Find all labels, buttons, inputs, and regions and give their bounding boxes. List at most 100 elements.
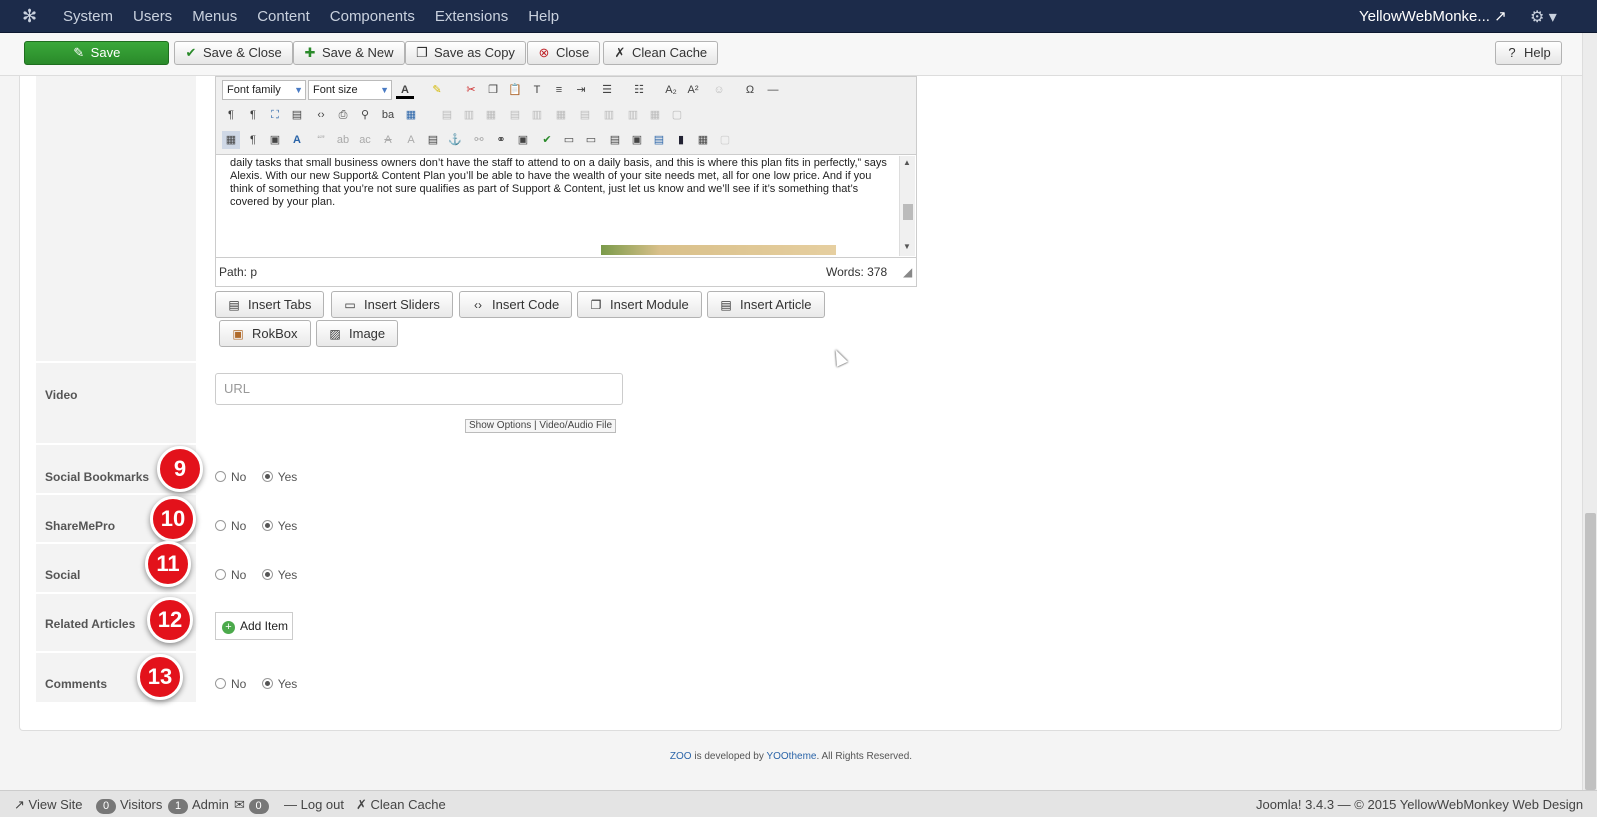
- insert-sliders-button[interactable]: ▭ Insert Sliders: [331, 291, 453, 318]
- editor-path[interactable]: Path: p: [219, 258, 257, 287]
- editor-body-text[interactable]: daily tasks that small business owners d…: [230, 157, 890, 209]
- video-url-input[interactable]: URL: [215, 373, 623, 405]
- table-merge-icon[interactable]: ▦: [482, 106, 500, 124]
- menu-menus[interactable]: Menus: [192, 0, 237, 33]
- font-family-select[interactable]: Font family ▼: [222, 80, 306, 100]
- logout-link[interactable]: — Log out: [284, 791, 344, 817]
- disabled-icon[interactable]: ▢: [716, 131, 734, 149]
- social-no[interactable]: No: [215, 568, 246, 582]
- delete-col-icon[interactable]: ▥: [600, 106, 618, 124]
- indent-icon[interactable]: ⇥: [572, 81, 590, 99]
- spellcheck-icon[interactable]: ✔: [538, 131, 556, 149]
- insert-row-icon[interactable]: ▤: [576, 106, 594, 124]
- layer-icon[interactable]: ▭: [582, 131, 600, 149]
- highlight-icon[interactable]: ✎: [428, 81, 446, 99]
- status-clean-cache[interactable]: ✗ Clean Cache: [356, 791, 446, 817]
- align-center-icon[interactable]: ≡: [550, 81, 568, 99]
- save-copy-button[interactable]: ❐ Save as Copy: [405, 41, 526, 65]
- anchor-icon[interactable]: ⚓: [446, 131, 464, 149]
- unlink-icon[interactable]: ⚯: [470, 131, 488, 149]
- video-options-toggle[interactable]: Show Options | Video/Audio File: [465, 419, 617, 433]
- abbr-icon[interactable]: ab: [334, 131, 352, 149]
- table-delete-icon[interactable]: ▥: [528, 106, 546, 124]
- comments-no[interactable]: No: [215, 677, 246, 691]
- comments-yes[interactable]: Yes: [261, 677, 297, 691]
- menu-help[interactable]: Help: [528, 0, 559, 33]
- social-bookmarks-no[interactable]: No: [215, 470, 246, 484]
- page-scroll-thumb[interactable]: [1585, 513, 1596, 790]
- subscript-icon[interactable]: A₂: [662, 81, 680, 99]
- yootheme-link[interactable]: YOOtheme: [766, 751, 816, 762]
- copy-icon[interactable]: ❐: [484, 81, 502, 99]
- ins-icon[interactable]: A: [402, 131, 420, 149]
- horizontal-rule-icon[interactable]: —: [764, 81, 782, 99]
- table-split-icon[interactable]: ▤: [506, 106, 524, 124]
- gallery-icon[interactable]: ▦: [694, 131, 712, 149]
- code-icon[interactable]: ‹›: [312, 106, 330, 124]
- zoo-link[interactable]: ZOO: [670, 751, 692, 762]
- show-blocks-icon[interactable]: ¶: [244, 131, 262, 149]
- help-button[interactable]: ? Help: [1495, 41, 1562, 65]
- site-name-link[interactable]: YellowWebMonke... ↗: [1359, 0, 1507, 33]
- search-icon[interactable]: ⚲: [356, 106, 374, 124]
- gear-icon[interactable]: ⚙ ▾: [1530, 7, 1557, 27]
- print-icon[interactable]: ⎙: [334, 106, 352, 124]
- save-new-button[interactable]: ✚ Save & New: [293, 41, 405, 65]
- menu-components[interactable]: Components: [330, 0, 415, 33]
- joomla-logo-icon[interactable]: ✻: [22, 6, 42, 26]
- save-button[interactable]: ✎ Save: [24, 41, 169, 65]
- close-button[interactable]: ⊗ Close: [527, 41, 601, 65]
- bullet-list-icon[interactable]: ☷: [630, 81, 648, 99]
- social-yes[interactable]: Yes: [261, 568, 297, 582]
- sharemepro-no[interactable]: No: [215, 519, 246, 533]
- template-icon[interactable]: ▤: [424, 131, 442, 149]
- menu-system[interactable]: System: [63, 0, 113, 33]
- text-color-icon[interactable]: A: [396, 81, 414, 99]
- row-props-icon[interactable]: ▢: [668, 106, 686, 124]
- scroll-down-icon[interactable]: ▼: [903, 242, 911, 251]
- styles-icon[interactable]: A: [288, 131, 306, 149]
- file-icon[interactable]: ▤: [606, 131, 624, 149]
- resize-handle-icon[interactable]: ◢: [903, 258, 912, 287]
- rtl-icon[interactable]: ¶: [244, 106, 262, 124]
- cell-props-icon[interactable]: ▦: [646, 106, 664, 124]
- save-close-button[interactable]: ✔ Save & Close: [174, 41, 293, 65]
- rich-text-editor[interactable]: Font family ▼ Font size ▼ A ✎ ✂ ❐ 📋 T ≡ ⇥ …: [215, 76, 917, 287]
- insert-col-icon[interactable]: ▦: [552, 106, 570, 124]
- omega-icon[interactable]: Ω: [741, 81, 759, 99]
- add-related-item-button[interactable]: + Add Item: [215, 612, 293, 640]
- view-site-link[interactable]: ↗ View Site: [14, 791, 83, 817]
- quote-icon[interactable]: “”: [312, 131, 330, 149]
- emoticon-icon[interactable]: ☺: [710, 81, 728, 99]
- editor-scroll-thumb[interactable]: [903, 204, 913, 220]
- hr-icon[interactable]: ▭: [560, 131, 578, 149]
- insert-code-button[interactable]: ‹› Insert Code: [459, 291, 573, 318]
- ordered-list-icon[interactable]: ☰: [598, 81, 616, 99]
- paste-text-icon[interactable]: T: [528, 81, 546, 99]
- strike-icon[interactable]: A: [379, 131, 397, 149]
- new-document-icon[interactable]: ▤: [650, 131, 668, 149]
- table-col-icon[interactable]: ▥: [460, 106, 478, 124]
- delete-row-icon[interactable]: ▥: [624, 106, 642, 124]
- editor-inline-image[interactable]: [601, 245, 836, 255]
- replace-icon[interactable]: ba: [379, 106, 397, 124]
- scroll-up-icon[interactable]: ▲: [903, 158, 911, 167]
- cut-icon[interactable]: ✂: [462, 81, 480, 99]
- clean-cache-button[interactable]: ✗ Clean Cache: [603, 41, 719, 65]
- visual-aid-icon[interactable]: ▦: [222, 131, 240, 149]
- fullscreen-icon[interactable]: ⛶: [266, 106, 284, 124]
- superscript-icon[interactable]: A²: [684, 81, 702, 99]
- acronym-icon[interactable]: ac: [356, 131, 374, 149]
- menu-users[interactable]: Users: [133, 0, 172, 33]
- social-bookmarks-yes[interactable]: Yes: [261, 470, 297, 484]
- menu-extensions[interactable]: Extensions: [435, 0, 508, 33]
- image-manager-icon[interactable]: ▣: [628, 131, 646, 149]
- table-row-icon[interactable]: ▤: [438, 106, 456, 124]
- insert-tabs-button[interactable]: ▤ Insert Tabs: [215, 291, 325, 318]
- font-size-select[interactable]: Font size ▼: [308, 80, 392, 100]
- editor-scrollbar[interactable]: ▲ ▼: [899, 156, 915, 256]
- image-icon[interactable]: ▣: [266, 131, 284, 149]
- image-button[interactable]: ▨ Image: [316, 320, 399, 347]
- paste-icon[interactable]: 📋: [506, 81, 524, 99]
- film-icon[interactable]: ▮: [672, 131, 690, 149]
